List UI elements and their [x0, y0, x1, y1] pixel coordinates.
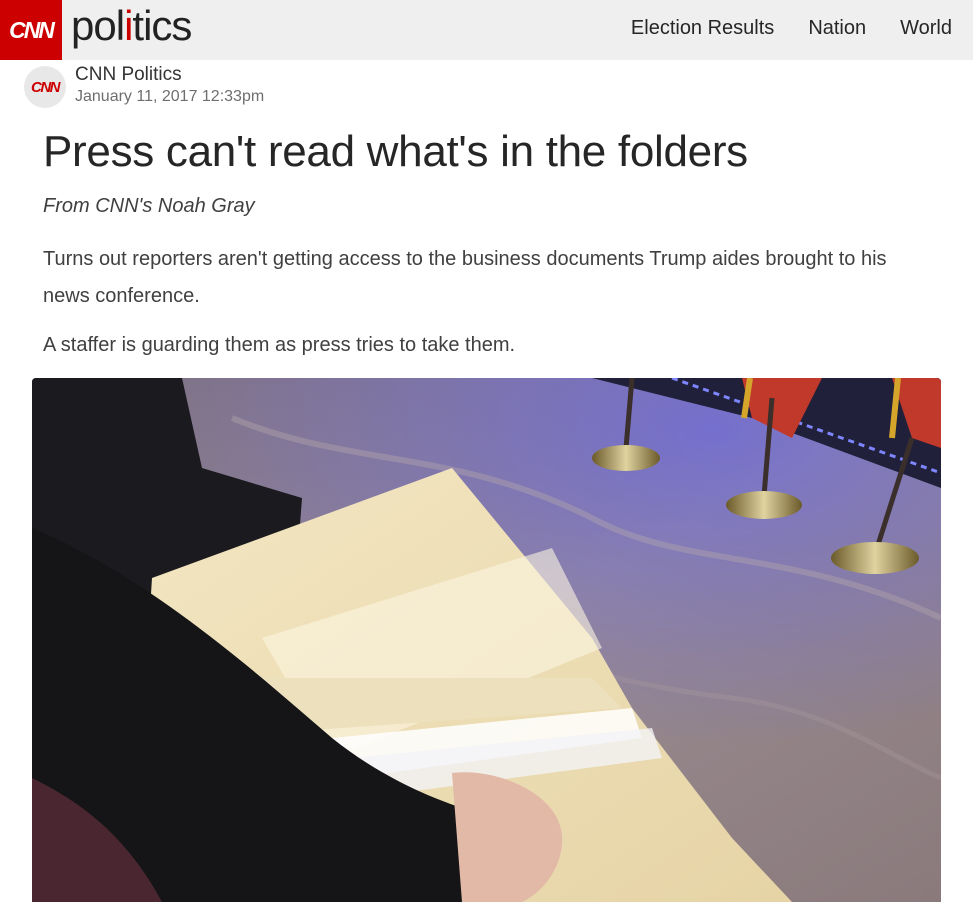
- nav-nation[interactable]: Nation: [808, 17, 866, 40]
- section-logo-prefix: pol: [71, 2, 125, 49]
- post-paragraph-2: A staffer is guarding them as press trie…: [43, 334, 516, 356]
- post-byline: CNN CNN Politics January 11, 2017 12:33p…: [24, 64, 264, 108]
- post-headline: Press can't read what's in the folders: [43, 127, 748, 176]
- photo-of-folders-icon: [32, 378, 941, 902]
- cnn-logo[interactable]: CNN: [0, 0, 62, 60]
- avatar[interactable]: CNN: [24, 66, 66, 108]
- nav-election-results[interactable]: Election Results: [631, 17, 774, 40]
- main-nav: Election Results Nation World: [631, 0, 952, 56]
- nav-world[interactable]: World: [900, 17, 952, 40]
- author-name[interactable]: CNN Politics: [75, 64, 264, 86]
- politics-section-logo[interactable]: politics: [71, 2, 192, 50]
- post-timestamp: January 11, 2017 12:33pm: [75, 88, 265, 105]
- post-paragraph-1: Turns out reporters aren't getting acces…: [43, 248, 887, 307]
- byline-text: CNN Politics January 11, 2017 12:33pm: [75, 64, 264, 108]
- avatar-logo-text: CNN: [31, 78, 61, 96]
- post-photo[interactable]: [32, 378, 941, 902]
- post-credit: From CNN's Noah Gray: [43, 195, 255, 217]
- top-navigation-bar: CNN politics Election Results Nation Wor…: [0, 0, 973, 60]
- cnn-logo-text: CNN: [9, 16, 55, 43]
- section-logo-suffix: tics: [132, 2, 192, 49]
